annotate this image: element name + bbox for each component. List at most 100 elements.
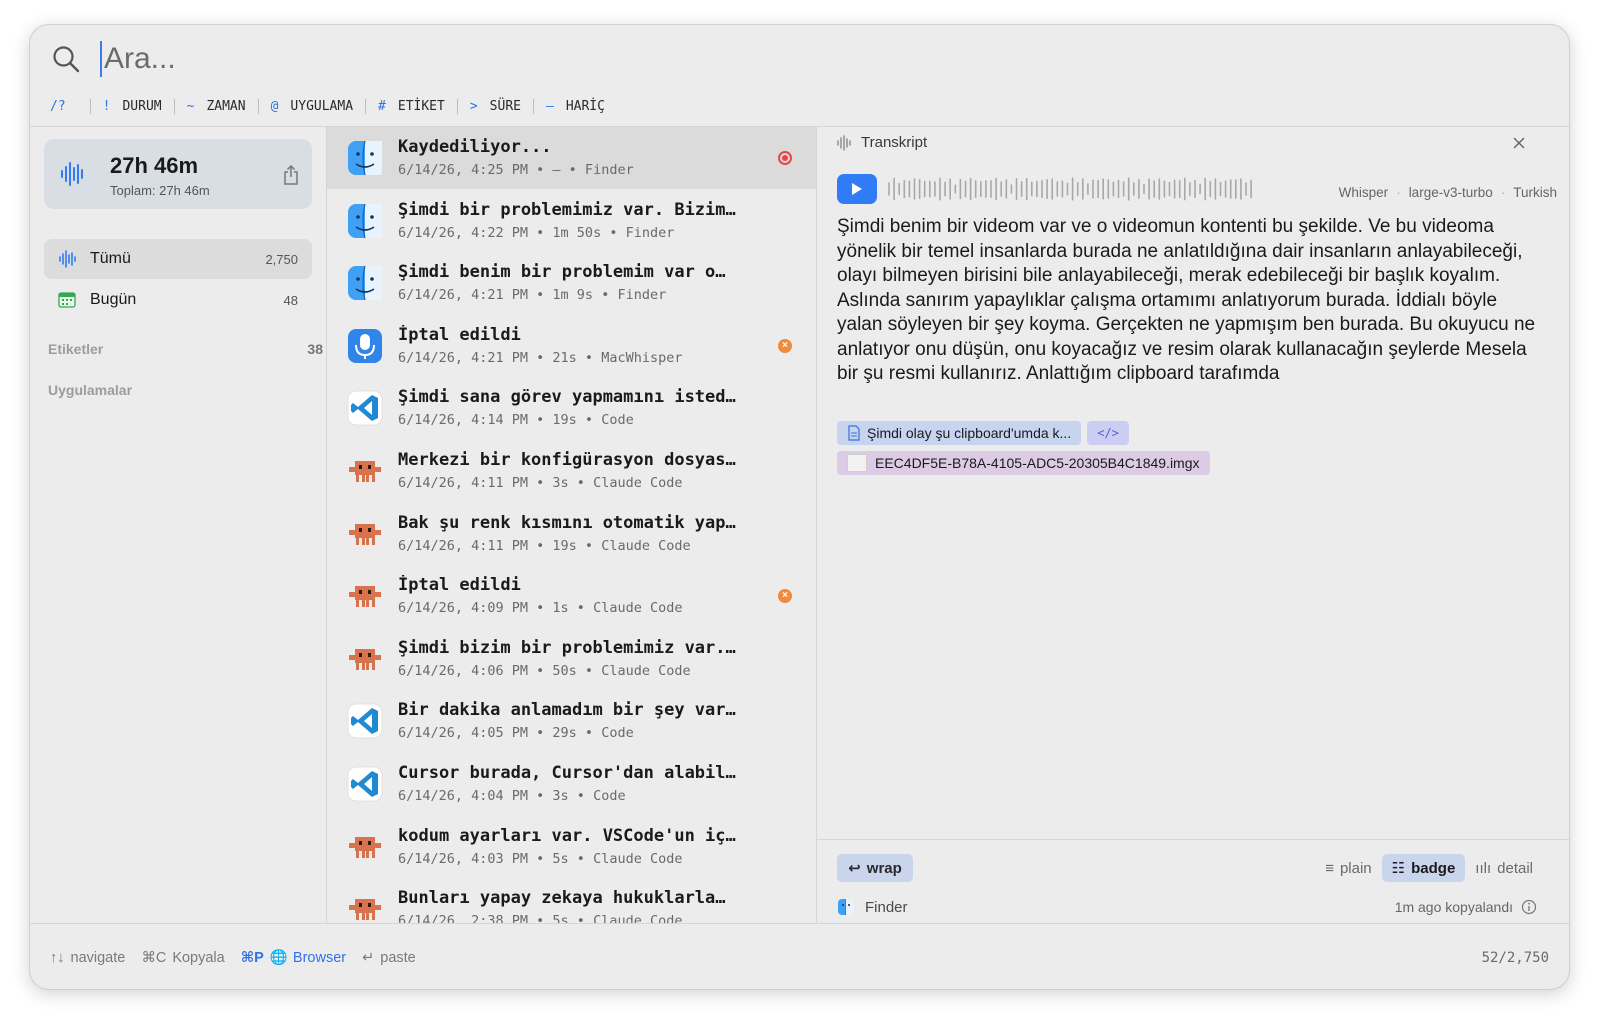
panel-title: Transkript <box>861 134 928 151</box>
filter-label: DURUM <box>122 98 162 114</box>
hint-copy[interactable]: ⌘C Kopyala <box>141 950 224 966</box>
item-meta: 6/14/26, 2:38 PM • 5s • Claude Code <box>398 913 683 923</box>
attachment-label: Şimdi olay şu clipboard'umda k... <box>867 425 1072 441</box>
image-attachment-chip[interactable]: EEC4DF5E-B78A-4105-ADC5-20305B4C1849.img… <box>837 451 1210 475</box>
filter-label: HARİÇ <box>565 98 605 114</box>
view-detail[interactable]: ıılı detail <box>1465 854 1543 882</box>
view-label: detail <box>1497 859 1533 877</box>
item-meta: 6/14/26, 4:06 PM • 50s • Claude Code <box>398 662 691 679</box>
list-item[interactable]: Bak şu renk kısmını otomatik yap… 6/14/26… <box>327 503 816 565</box>
section-count: 38 <box>307 341 323 357</box>
list-item[interactable]: Bunları yapay zekaya hukuklarla… 6/14/26,… <box>327 878 816 923</box>
filter-bar: /? ! DURUM ~ ZAMAN @ UYGULAMA # ETİKET > SÜRE… <box>50 95 605 117</box>
filter-app[interactable]: @ UYGULAMA <box>271 99 353 114</box>
hint-label: paste <box>380 949 416 966</box>
list-item[interactable]: Şimdi sana görev yapmamını isted… 6/14/26… <box>327 377 816 439</box>
hint-label: Browser <box>292 949 347 966</box>
audio-waveform[interactable] <box>887 176 1257 202</box>
filter-exclude[interactable]: – HARİÇ <box>546 99 605 114</box>
list-item[interactable]: Bir dakika anlamadım bir şey var… 6/14/26… <box>327 690 816 752</box>
filter-time[interactable]: ~ ZAMAN <box>187 99 246 114</box>
item-title: Kaydediliyor... <box>398 137 552 157</box>
hint-paste[interactable]: ↵ paste <box>362 950 416 966</box>
finder-icon <box>838 899 854 915</box>
item-title: Merkezi bir konfigürasyon dosyas… <box>398 450 736 470</box>
tag-separator: · <box>1396 185 1401 200</box>
list-item[interactable]: Cursor burada, Cursor'dan alabil… 6/14/26… <box>327 753 816 815</box>
filter-tag[interactable]: # ETİKET <box>378 99 445 114</box>
list-item[interactable]: Merkezi bir konfigürasyon dosyas… 6/14/26… <box>327 440 816 502</box>
list-item[interactable]: İptal edildi 6/14/26, 4:09 PM • 1s • Clau… <box>327 565 816 627</box>
filter-symbol: # <box>378 98 386 114</box>
close-icon[interactable] <box>1511 135 1527 151</box>
code-attachment-chip[interactable]: </> <box>1087 421 1129 445</box>
view-plain[interactable]: ≡ plain <box>1315 854 1381 882</box>
hint-browser[interactable]: ⌘P 🌐 Browser <box>241 949 347 967</box>
recording-indicator-icon <box>778 151 792 165</box>
item-meta: 6/14/26, 4:21 PM • 21s • MacWhisper <box>398 349 683 366</box>
play-button[interactable] <box>837 174 877 204</box>
sidebar-item-count: 48 <box>283 292 298 308</box>
list-item[interactable]: Şimdi bizim bir problemimiz var.… 6/14/26… <box>327 628 816 690</box>
claude-icon <box>347 578 383 614</box>
total-duration-card: 27h 46m Toplam: 27h 46m <box>44 139 312 209</box>
text-caret <box>100 41 102 77</box>
list-item[interactable]: Şimdi bir problemimiz var. Bizim… 6/14/26… <box>327 190 816 252</box>
sidebar-item-all[interactable]: Tümü 2,750 <box>44 239 312 279</box>
filter-help[interactable]: /? <box>50 99 78 114</box>
claude-icon <box>347 453 383 489</box>
filter-status[interactable]: ! DURUM <box>103 99 162 114</box>
item-meta: 6/14/26, 4:03 PM • 5s • Claude Code <box>398 850 683 867</box>
text-attachment-chip[interactable]: Şimdi olay şu clipboard'umda k... <box>837 421 1082 445</box>
item-meta: 6/14/26, 4:04 PM • 3s • Code <box>398 788 626 804</box>
search-bar <box>30 25 1569 91</box>
section-apps[interactable]: Uygulamalar <box>48 382 323 398</box>
list-item[interactable]: kodum ayarları var. VSCode'un iç… 6/14/26… <box>327 816 816 878</box>
vscode-icon <box>347 766 383 802</box>
item-title: Şimdi bizim bir problemimiz var.… <box>398 637 736 658</box>
list-item[interactable]: Şimdi benim bir problemim var o… 6/14/26,… <box>327 252 816 314</box>
item-title: Şimdi benim bir problemim var o… <box>398 262 726 283</box>
view-mode-selector: ≡ plain ☷ badge ıılı detail <box>1315 854 1543 882</box>
sidebar-item-label: Tümü <box>90 250 131 267</box>
divider <box>456 98 458 114</box>
cancelled-icon: × <box>778 338 792 353</box>
filter-symbol: ~ <box>186 98 195 114</box>
vscode-icon <box>347 703 383 739</box>
view-badge[interactable]: ☷ badge <box>1381 854 1466 882</box>
footer-bar: ↑↓ navigate ⌘C Kopyala ⌘P 🌐 Browser ↵ paste 5… <box>30 924 1569 989</box>
filter-symbol: > <box>469 98 478 114</box>
waveform-icon <box>61 162 83 186</box>
info-icon[interactable] <box>1521 899 1537 915</box>
play-icon <box>852 183 862 195</box>
shortcut-key: ↵ <box>362 949 375 966</box>
list-item[interactable]: Kaydediliyor... 6/14/26, 4:25 PM • — • Fi… <box>327 127 816 189</box>
item-meta: 6/14/26, 4:25 PM • — • Finder <box>398 162 634 178</box>
document-icon <box>848 425 860 441</box>
item-title: Bunları yapay zekaya hukuklarla… <box>398 888 726 909</box>
badge-list-icon: ☷ <box>1391 860 1406 877</box>
view-label: badge <box>1411 859 1456 877</box>
finder-icon <box>347 140 383 176</box>
item-meta: 6/14/26, 4:11 PM • 3s • Claude Code <box>398 475 683 491</box>
divider <box>257 98 259 114</box>
sidebar-item-today[interactable]: Bugün 48 <box>44 280 312 320</box>
item-meta: 6/14/26, 4:21 PM • 1m 9s • Finder <box>398 287 667 304</box>
waveform-icon: ıılı <box>1475 859 1492 877</box>
wrap-toggle[interactable]: ↩ wrap <box>837 854 913 882</box>
section-label: Uygulamalar <box>48 382 133 398</box>
section-tags[interactable]: Etiketler 38 <box>48 341 323 357</box>
filter-duration[interactable]: > SÜRE <box>470 99 521 114</box>
calendar-icon <box>58 292 76 308</box>
search-icon <box>53 46 80 73</box>
model-tag: large-v3-turbo <box>1408 185 1493 200</box>
attachment-row: Şimdi olay şu clipboard'umda k... </> <box>837 421 1129 445</box>
item-meta: 6/14/26, 4:09 PM • 1s • Claude Code <box>398 600 683 617</box>
divider <box>365 98 367 114</box>
model-tags: Whisper · large-v3-turbo · Turkish <box>1339 185 1557 200</box>
filter-symbol: /? <box>50 98 66 114</box>
finder-icon <box>347 265 383 301</box>
share-icon[interactable] <box>282 165 300 185</box>
search-input[interactable] <box>104 39 1004 79</box>
list-item[interactable]: İptal edildi 6/14/26, 4:21 PM • 21s • Mac… <box>327 315 816 377</box>
